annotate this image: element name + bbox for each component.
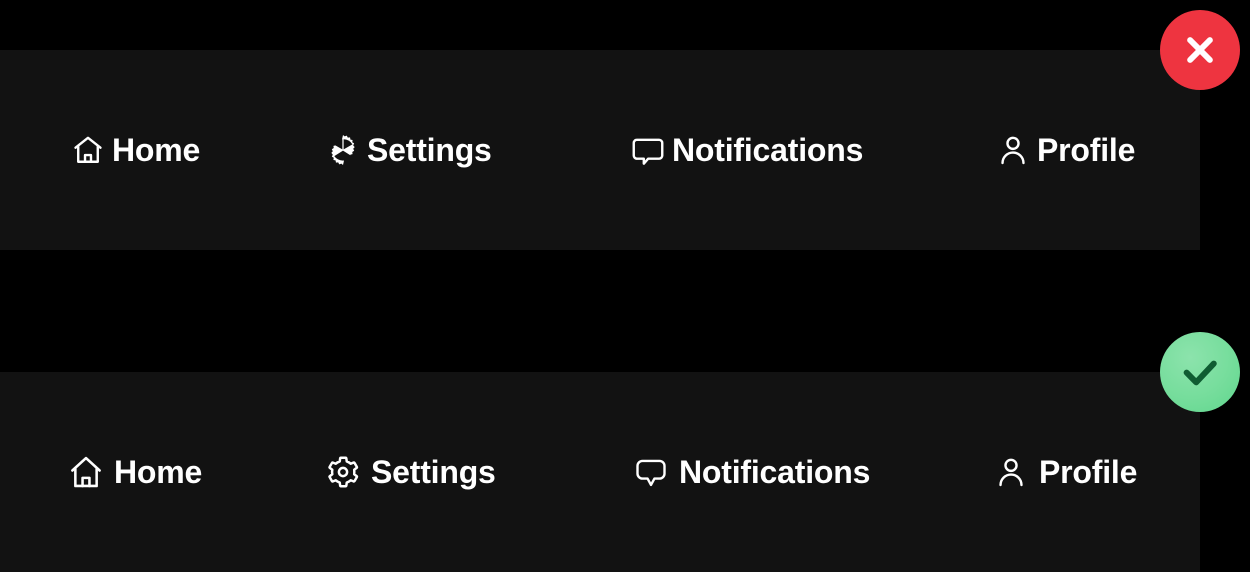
close-x-icon <box>1178 28 1222 72</box>
speech-bubble-icon <box>630 132 666 168</box>
nav-item-home[interactable]: Home <box>70 132 200 168</box>
nav-item-label: Profile <box>1037 132 1136 168</box>
user-icon <box>993 454 1029 490</box>
gear-icon <box>325 132 361 168</box>
nav-item-settings[interactable]: Settings <box>325 132 492 168</box>
nav-item-notifications[interactable]: Notifications <box>630 132 863 168</box>
speech-bubble-icon <box>633 454 669 490</box>
nav-item-settings[interactable]: Settings <box>325 454 496 490</box>
check-icon <box>1177 349 1223 395</box>
nav-item-label: Home <box>112 132 201 168</box>
nav-item-profile[interactable]: Profile <box>993 454 1137 490</box>
nav-item-label: Notifications <box>679 454 871 490</box>
comparison-canvas: Home Settings Notifications Profile Home… <box>0 0 1250 572</box>
nav-item-label: Profile <box>1039 454 1138 490</box>
home-icon <box>70 132 106 168</box>
gear-icon <box>325 454 361 490</box>
nav-item-home[interactable]: Home <box>68 454 202 490</box>
nav-item-label: Home <box>114 454 203 490</box>
navbar-approved: Home Settings Notifications Profile <box>0 372 1200 572</box>
approve-status-badge[interactable] <box>1160 332 1240 412</box>
nav-item-label: Notifications <box>672 132 864 168</box>
user-icon <box>995 132 1031 168</box>
nav-item-notifications[interactable]: Notifications <box>633 454 870 490</box>
nav-item-label: Settings <box>367 132 492 168</box>
nav-item-profile[interactable]: Profile <box>995 132 1135 168</box>
nav-item-label: Settings <box>371 454 496 490</box>
reject-status-badge[interactable] <box>1160 10 1240 90</box>
home-icon <box>68 454 104 490</box>
navbar-rejected: Home Settings Notifications Profile <box>0 50 1200 250</box>
